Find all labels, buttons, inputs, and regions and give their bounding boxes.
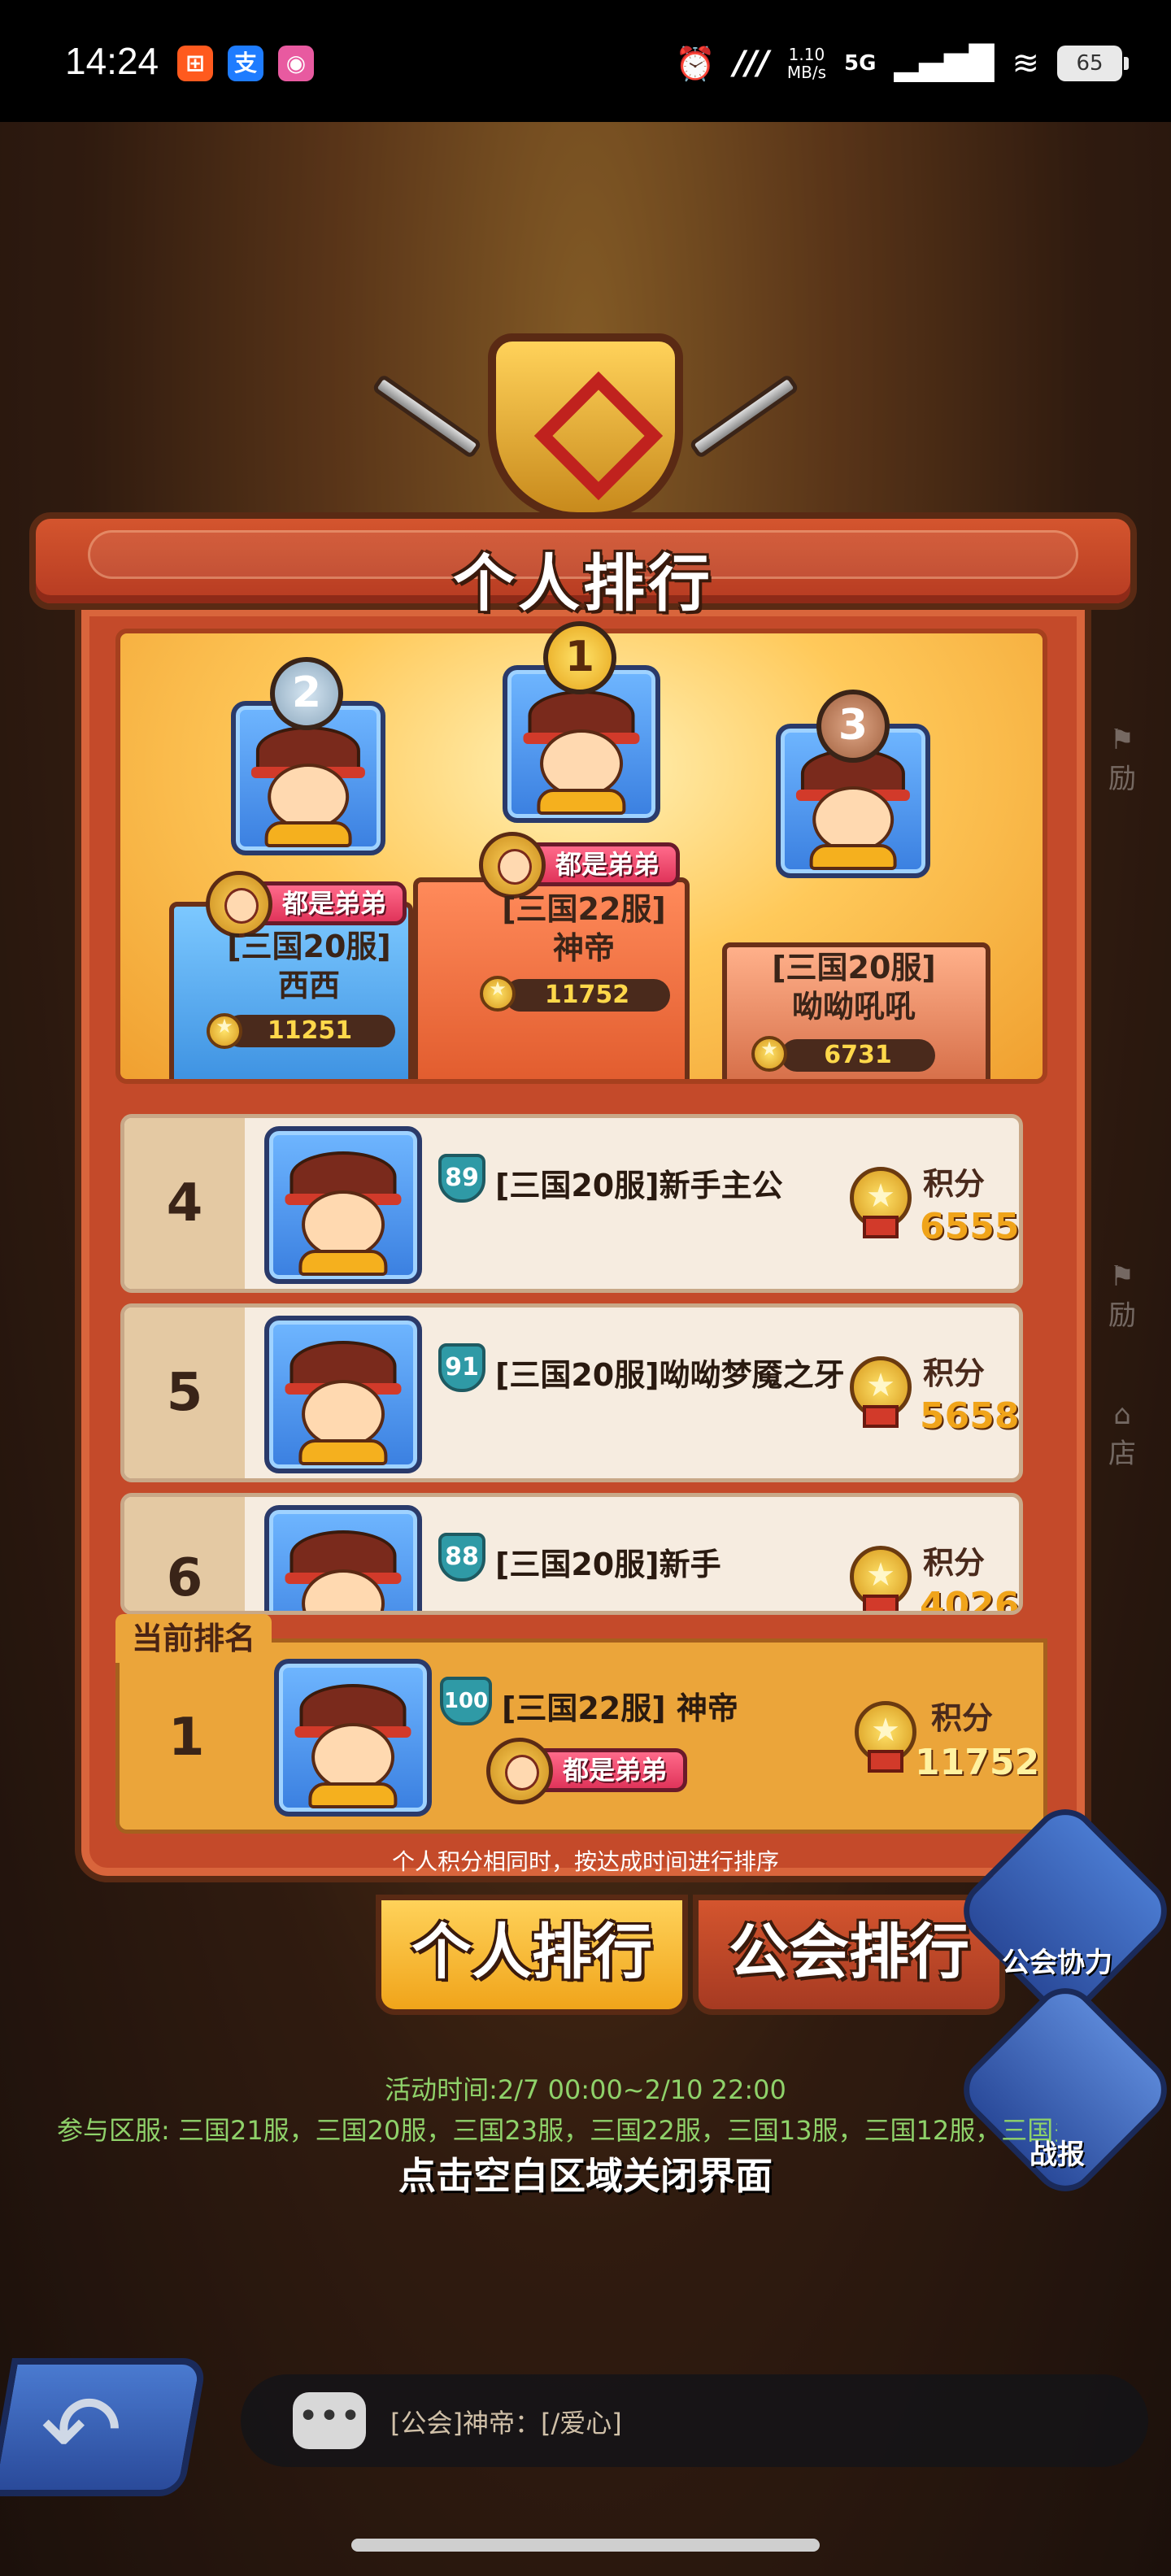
avatar[interactable] xyxy=(264,1505,422,1611)
signal-icon: ▂▄▆█ xyxy=(894,45,995,82)
home-indicator[interactable] xyxy=(351,2539,820,2552)
player-name: 神帝 xyxy=(552,930,615,966)
back-arrow-icon: ↶ xyxy=(41,2374,123,2487)
level-badge-icon: 89 xyxy=(438,1154,485,1203)
participating-servers: 参与区服: 三国21服，三国20服，三国23服，三国22服，三国13服，三国12… xyxy=(57,2115,1057,2146)
alarm-icon: ⏰ xyxy=(675,45,716,83)
level-badge-icon: 100 xyxy=(440,1677,492,1725)
panel-title-bar: 个人排行 xyxy=(29,512,1137,620)
title-tag-text: 都是弟弟 xyxy=(555,849,660,880)
score-bar: 11251 xyxy=(224,1015,395,1047)
podium-name-3: [三国20服] 呦呦吼吼 xyxy=(732,948,976,1026)
coin-icon xyxy=(480,976,516,1012)
current-rank-number: 1 xyxy=(168,1708,205,1768)
close-hint: 点击空白区域关闭界面 xyxy=(398,2154,773,2198)
player-name: [三国22服] 神帝 xyxy=(502,1690,738,1726)
title-tag-text: 都是弟弟 xyxy=(282,888,387,919)
points-label: 积分 xyxy=(923,1355,986,1391)
title-tag: 都是弟弟 xyxy=(206,871,407,938)
medal-3-icon: 3 xyxy=(816,690,890,763)
table-row[interactable]: 6 88 [三国20服]新手 ★ 积分 4026 xyxy=(120,1493,1023,1615)
points-value: 6555 xyxy=(920,1206,1020,1247)
title-badge-icon xyxy=(486,1738,553,1804)
avatar[interactable] xyxy=(264,1126,422,1284)
level-badge-icon: 91 xyxy=(438,1343,485,1392)
podium-name-1: [三国22服] 神帝 xyxy=(462,890,706,968)
network-type: 5G xyxy=(844,51,877,76)
event-time: 活动时间:2/7 00:00~2/10 22:00 xyxy=(385,2074,786,2105)
points-medal-icon: ★ xyxy=(855,1701,916,1773)
status-icons: ⏰ /// 1.10 MB/s 5G ▂▄▆█ ≋ 65 xyxy=(675,39,1129,88)
title-tag: 都是弟弟 xyxy=(486,1738,688,1804)
points-label: 积分 xyxy=(923,1545,986,1581)
table-row[interactable]: 4 89 [三国20服]新手主公 ★ 积分 6555 xyxy=(120,1114,1023,1293)
title-tag: 都是弟弟 xyxy=(479,832,681,899)
avatar[interactable] xyxy=(274,1659,432,1817)
coin-icon xyxy=(751,1036,787,1072)
podium-name-2: [三国20服] 西西 xyxy=(187,927,431,1005)
rank-number: 4 xyxy=(124,1118,245,1289)
alipay-icon: 支 xyxy=(228,46,263,81)
battery-icon: 65 xyxy=(1057,46,1129,81)
chat-bubble-icon[interactable]: ••• xyxy=(293,2392,366,2449)
guild-help-label: 公会协力 xyxy=(1002,1947,1112,1979)
net-speed: 1.10 MB/s xyxy=(787,46,826,81)
score-bar: 11752 xyxy=(504,979,670,1012)
player-name: 呦呦吼吼 xyxy=(791,989,916,1025)
player-name: [三国20服]呦呦梦魇之牙 xyxy=(495,1357,845,1393)
rank-number: 5 xyxy=(124,1308,245,1478)
nfc-icon: /// xyxy=(734,45,769,82)
page-title: 个人排行 xyxy=(453,547,713,620)
net-speed-unit: MB/s xyxy=(786,63,826,82)
chat-last-message: [公会]神帝：[/爱心] xyxy=(390,2408,622,2439)
server-label: [三国20服] xyxy=(772,950,936,986)
points-medal-icon: ★ xyxy=(850,1356,912,1428)
status-bar: 14:24 ⊞ 支 ◉ ⏰ /// 1.10 MB/s 5G ▂▄▆█ ≋ 65 xyxy=(0,0,1171,122)
points-value: 11752 xyxy=(915,1742,1040,1783)
ranking-emblem-icon xyxy=(488,333,683,520)
wifi-icon: ≋ xyxy=(1012,45,1039,82)
player-name: 西西 xyxy=(277,968,340,1003)
player-name: [三国20服]新手主公 xyxy=(495,1168,783,1203)
tab-guild-ranking[interactable]: 公会排行 xyxy=(693,1895,1005,2015)
chat-bar[interactable] xyxy=(241,2374,1148,2467)
points-label: 积分 xyxy=(923,1166,986,1202)
tab-personal-ranking[interactable]: 个人排行 xyxy=(376,1895,688,2015)
player-name: [三国20服]新手 xyxy=(495,1547,721,1582)
title-tag-text: 都是弟弟 xyxy=(563,1755,668,1786)
avatar[interactable] xyxy=(264,1316,422,1473)
clock: 14:24 xyxy=(65,40,159,82)
game-icon: ◉ xyxy=(278,46,314,81)
rank-number: 6 xyxy=(124,1497,245,1611)
coin-icon xyxy=(207,1013,242,1049)
server-label: [三国20服] xyxy=(227,929,391,964)
current-rank-label: 当前排名 xyxy=(115,1614,272,1663)
server-label: [三国22服] xyxy=(502,891,666,927)
points-medal-icon: ★ xyxy=(850,1167,912,1238)
medal-1-icon: 1 xyxy=(543,621,616,694)
xiaohongshu-icon: ⊞ xyxy=(177,46,213,81)
points-value: 4026 xyxy=(920,1585,1020,1615)
net-speed-value: 1.10 xyxy=(788,45,825,64)
table-row[interactable]: 5 91 [三国20服]呦呦梦魇之牙 ★ 积分 5658 xyxy=(120,1303,1023,1482)
points-value: 5658 xyxy=(920,1395,1020,1437)
score-bar: 6731 xyxy=(781,1039,935,1072)
title-badge-icon xyxy=(479,832,546,899)
level-badge-icon: 88 xyxy=(438,1533,485,1582)
points-label: 积分 xyxy=(931,1700,994,1736)
points-medal-icon: ★ xyxy=(850,1546,912,1611)
medal-2-icon: 2 xyxy=(270,657,343,730)
current-rank-row[interactable]: 1 100 [三国22服] 神帝 都是弟弟 ★ 积分 11752 xyxy=(115,1638,1047,1834)
